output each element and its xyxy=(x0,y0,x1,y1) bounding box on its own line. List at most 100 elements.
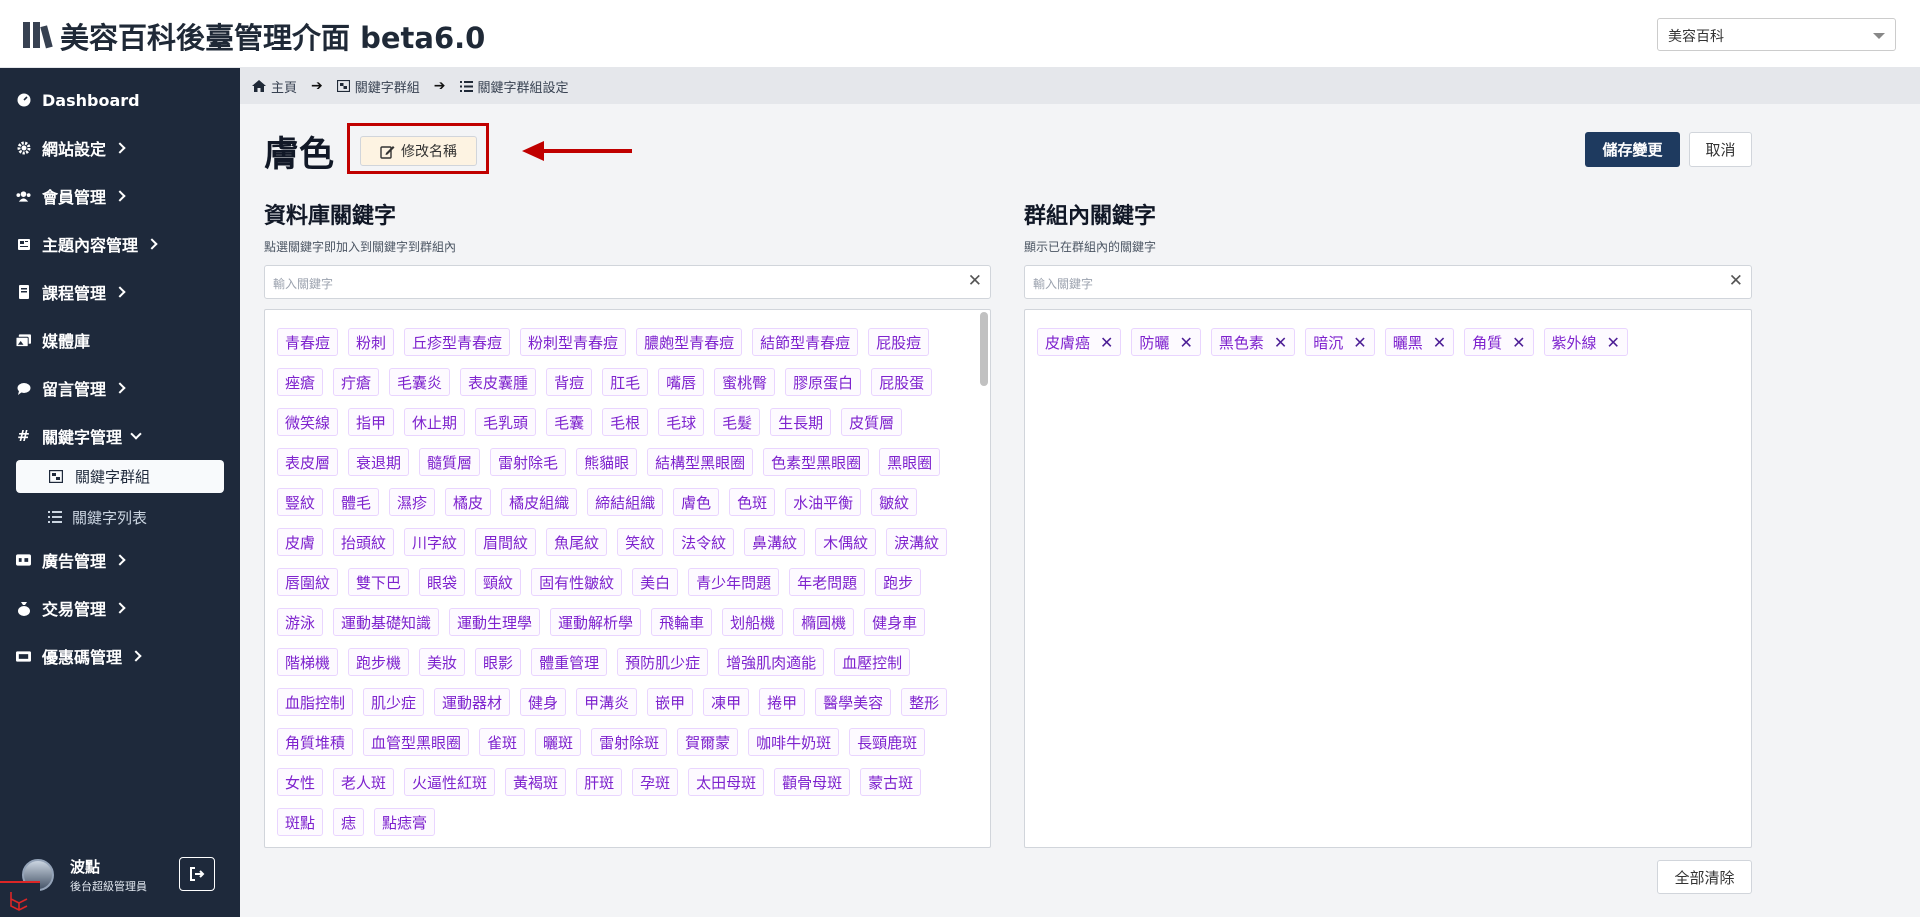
keyword-tag[interactable]: 斑點 xyxy=(277,808,324,836)
keyword-tag[interactable]: 豎紋 xyxy=(277,488,324,516)
keyword-tag[interactable]: 雙下巴 xyxy=(348,568,410,596)
keyword-tag[interactable]: 運動解析學 xyxy=(550,608,642,636)
cancel-button[interactable]: 取消 xyxy=(1689,132,1752,167)
remove-keyword-icon[interactable]: ✕ xyxy=(1433,333,1446,352)
keyword-tag[interactable]: 疔瘡 xyxy=(333,368,380,396)
keyword-tag[interactable]: 火逼性紅斑 xyxy=(404,768,496,796)
keyword-tag[interactable]: 表皮囊腫 xyxy=(460,368,537,396)
keyword-tag[interactable]: 痣 xyxy=(333,808,365,836)
keyword-tag[interactable]: 橘皮 xyxy=(445,488,492,516)
keyword-tag[interactable]: 血壓控制 xyxy=(834,648,911,676)
keyword-tag[interactable]: 髓質層 xyxy=(419,448,481,476)
keyword-tag[interactable]: 肛毛 xyxy=(602,368,649,396)
keyword-tag[interactable]: 賀爾蒙 xyxy=(677,728,739,756)
keyword-tag[interactable]: 跑步機 xyxy=(348,648,410,676)
keyword-tag[interactable]: 太田母斑 xyxy=(688,768,765,796)
keyword-tag[interactable]: 長頸鹿斑 xyxy=(849,728,926,756)
keyword-tag[interactable]: 橘皮組織 xyxy=(501,488,578,516)
keyword-tag[interactable]: 頸紋 xyxy=(475,568,522,596)
database-keyword-search-input[interactable]: 輸入關鍵字 ✕ xyxy=(264,265,991,299)
keyword-tag[interactable]: 抬頭紋 xyxy=(333,528,395,556)
sidebar-item-keywords[interactable]: # 關鍵字管理 xyxy=(16,422,142,450)
keyword-tag[interactable]: 結構型黑眼圈 xyxy=(647,448,754,476)
keyword-tag[interactable]: 年老問題 xyxy=(789,568,866,596)
sidebar-item-transactions[interactable]: 交易管理 xyxy=(16,594,126,622)
keyword-tag[interactable]: 締結組織 xyxy=(587,488,664,516)
keyword-tag[interactable]: 青春痘 xyxy=(277,328,339,356)
sidebar-item-ads[interactable]: 廣告管理 xyxy=(16,546,126,574)
keyword-tag[interactable]: 運動基礎知識 xyxy=(333,608,440,636)
keyword-tag[interactable]: 指甲 xyxy=(348,408,395,436)
group-keyword-tag[interactable]: 黑色素 ✕ xyxy=(1210,328,1296,356)
remove-keyword-icon[interactable]: ✕ xyxy=(1512,333,1525,352)
keyword-tag[interactable]: 屁股痘 xyxy=(868,328,930,356)
keyword-tag[interactable]: 蜜桃臀 xyxy=(714,368,776,396)
keyword-tag[interactable]: 衰退期 xyxy=(348,448,410,476)
keyword-tag[interactable]: 凍甲 xyxy=(703,688,750,716)
keyword-tag[interactable]: 毛髮 xyxy=(714,408,761,436)
keyword-tag[interactable]: 肌少症 xyxy=(363,688,425,716)
sidebar-item-comments[interactable]: 留言管理 xyxy=(16,374,126,402)
remove-keyword-icon[interactable]: ✕ xyxy=(1607,333,1620,352)
site-select[interactable]: 美容百科 xyxy=(1657,18,1896,51)
group-keyword-tag[interactable]: 暗沉 ✕ xyxy=(1305,328,1375,356)
group-keyword-tag[interactable]: 防曬 ✕ xyxy=(1131,328,1201,356)
keyword-tag[interactable]: 顴骨母斑 xyxy=(774,768,851,796)
keyword-tag[interactable]: 跑步 xyxy=(875,568,922,596)
sidebar-item-dashboard[interactable]: Dashboard xyxy=(16,86,140,114)
keyword-tag[interactable]: 橢圓機 xyxy=(793,608,855,636)
keyword-tag[interactable]: 毛球 xyxy=(658,408,705,436)
keyword-tag[interactable]: 粉刺 xyxy=(348,328,395,356)
keyword-tag[interactable]: 划船機 xyxy=(722,608,784,636)
save-button[interactable]: 儲存變更 xyxy=(1585,132,1680,167)
keyword-tag[interactable]: 毛乳頭 xyxy=(475,408,537,436)
keyword-tag[interactable]: 膠原蛋白 xyxy=(785,368,862,396)
keyword-tag[interactable]: 飛輪車 xyxy=(651,608,713,636)
keyword-tag[interactable]: 肝斑 xyxy=(576,768,623,796)
remove-keyword-icon[interactable]: ✕ xyxy=(1353,333,1366,352)
sidebar-subitem-keyword-list[interactable]: 關鍵字列表 xyxy=(48,505,147,529)
keyword-tag[interactable]: 微笑線 xyxy=(277,408,339,436)
keyword-tag[interactable]: 川字紋 xyxy=(404,528,466,556)
sidebar-item-content[interactable]: 主題內容管理 xyxy=(16,230,158,258)
sidebar-item-coupons[interactable]: 優惠碼管理 xyxy=(16,642,142,670)
sidebar-subitem-keyword-groups[interactable]: 關鍵字群組 xyxy=(16,460,224,493)
clear-all-button[interactable]: 全部清除 xyxy=(1657,860,1752,894)
keyword-tag[interactable]: 眼影 xyxy=(475,648,522,676)
keyword-tag[interactable]: 青少年問題 xyxy=(688,568,780,596)
keyword-tag[interactable]: 嘴唇 xyxy=(658,368,705,396)
remove-keyword-icon[interactable]: ✕ xyxy=(1274,333,1287,352)
keyword-tag[interactable]: 孕斑 xyxy=(632,768,679,796)
remove-keyword-icon[interactable]: ✕ xyxy=(1100,333,1113,352)
logout-button[interactable] xyxy=(179,857,215,891)
keyword-tag[interactable]: 毛根 xyxy=(602,408,649,436)
keyword-tag[interactable]: 老人斑 xyxy=(333,768,395,796)
keyword-tag[interactable]: 唇圍紋 xyxy=(277,568,339,596)
group-keyword-tag[interactable]: 角質 ✕ xyxy=(1464,328,1534,356)
breadcrumb-group[interactable]: 關鍵字群組 xyxy=(336,77,420,96)
keyword-tag[interactable]: 整形 xyxy=(901,688,948,716)
remove-keyword-icon[interactable]: ✕ xyxy=(1179,333,1192,352)
keyword-tag[interactable]: 游泳 xyxy=(277,608,324,636)
keyword-tag[interactable]: 黑眼圈 xyxy=(879,448,941,476)
rename-button[interactable]: 修改名稱 xyxy=(360,136,477,166)
keyword-tag[interactable]: 法令紋 xyxy=(673,528,735,556)
keyword-tag[interactable]: 色素型黑眼圈 xyxy=(763,448,870,476)
keyword-tag[interactable]: 色斑 xyxy=(729,488,776,516)
keyword-tag[interactable]: 嵌甲 xyxy=(647,688,694,716)
keyword-tag[interactable]: 雷射除斑 xyxy=(591,728,668,756)
keyword-tag[interactable]: 濕疹 xyxy=(389,488,436,516)
keyword-tag[interactable]: 女性 xyxy=(277,768,324,796)
keyword-tag[interactable]: 熊貓眼 xyxy=(576,448,638,476)
keyword-tag[interactable]: 醫學美容 xyxy=(815,688,892,716)
keyword-tag[interactable]: 屁股蛋 xyxy=(871,368,933,396)
keyword-tag[interactable]: 膿皰型青春痘 xyxy=(636,328,743,356)
keyword-tag[interactable]: 休止期 xyxy=(404,408,466,436)
clear-search-icon[interactable]: ✕ xyxy=(968,271,982,291)
keyword-tag[interactable]: 生長期 xyxy=(770,408,832,436)
keyword-tag[interactable]: 魚尾紋 xyxy=(546,528,608,556)
keyword-tag[interactable]: 皺紋 xyxy=(871,488,918,516)
keyword-tag[interactable]: 膚色 xyxy=(673,488,720,516)
keyword-tag[interactable]: 固有性皺紋 xyxy=(531,568,623,596)
keyword-tag[interactable]: 蒙古斑 xyxy=(860,768,922,796)
